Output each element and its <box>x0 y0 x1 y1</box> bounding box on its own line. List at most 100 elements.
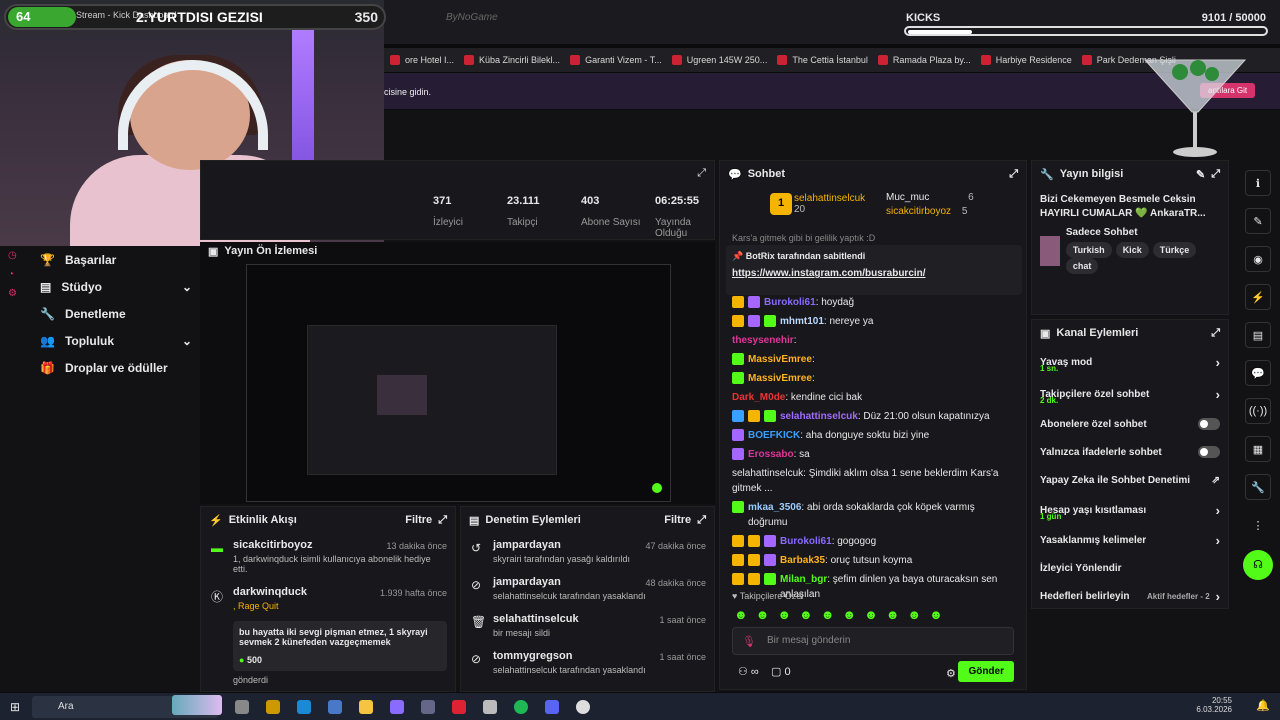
chat-message: MassivEmree: <box>720 350 1026 369</box>
chat-input[interactable]: Bir mesaj gönderin <box>732 627 1014 655</box>
edit-icon[interactable]: ✎ <box>1196 168 1205 181</box>
layout-icon[interactable]: ▦ <box>1245 436 1271 462</box>
gift-icon: 🎁 <box>40 360 55 375</box>
expand-icon[interactable]: ⤢ <box>438 514 447 527</box>
edge-icon[interactable] <box>297 699 311 714</box>
expand-icon[interactable]: ⤢ <box>697 167 706 180</box>
bookmark-item[interactable]: Küba Zincirli Bilekl... <box>464 55 560 65</box>
bookmark-icon <box>980 55 991 65</box>
stream-preview-video[interactable] <box>246 264 671 502</box>
channel-action-item[interactable]: Hesap yaşı kısıtlaması 1 gün › <box>1032 494 1228 526</box>
channel-action-item[interactable]: Hedefleri belirleyin Aktif hedefler - 2 › <box>1032 582 1228 610</box>
bookmark-item[interactable]: Harbiye Residence <box>980 55 1072 65</box>
pencil-icon[interactable]: ✎ <box>1245 208 1271 234</box>
camera-icon[interactable]: ◉ <box>1245 246 1271 272</box>
channel-action-item[interactable]: Yalnızca ifadelerle sohbet <box>1032 438 1228 466</box>
clock-icon[interactable]: ◔ <box>8 269 26 280</box>
kick-icon: Ⓚ <box>211 590 224 604</box>
external-link-icon: ⇗ <box>1211 474 1220 486</box>
clock: 20:55 6.03.2026 <box>1196 696 1232 714</box>
expand-icon[interactable]: ⤢ <box>1009 168 1018 181</box>
stat-subs: 403 Abone Sayısı <box>581 195 641 228</box>
sidebar-item-community[interactable]: 👥 Topluluk ⌄ <box>30 327 200 354</box>
moderation-panel: ▤ Denetim Eylemleri Filtre ⤢ ↺ jampardayan 47… <box>460 506 715 692</box>
list-item: 🗑 selahattinselcuk 1 saat önce bir mesajı s… <box>471 613 706 638</box>
opera-icon[interactable] <box>452 699 466 714</box>
sidebar-item-achievements[interactable]: 🏆 Başarılar <box>30 246 200 273</box>
trash-icon: 🗑 <box>471 615 487 629</box>
badge-icon <box>748 296 760 308</box>
tag-chip[interactable]: chat <box>1065 258 1099 274</box>
pinned-link[interactable]: https://www.instagram.com/busraburcin/ <box>732 268 1016 279</box>
discord-icon[interactable] <box>545 699 559 714</box>
broadcast-icon[interactable]: ((·)) <box>1245 398 1271 424</box>
tag-chip[interactable]: Kick <box>1115 242 1149 258</box>
channel-action-item[interactable]: Abonelere özel sohbet <box>1032 410 1228 438</box>
channel-action-item[interactable]: İzleyici Yönlendir <box>1032 554 1228 582</box>
task-view-icon[interactable] <box>235 699 249 714</box>
mic-icon[interactable]: 🎙 <box>742 635 756 648</box>
chat-message: mkaa_3506: abi orda sokaklarda çok köpek… <box>720 498 1026 532</box>
chat-message: MassivEmree: <box>720 369 1026 388</box>
doc-icon[interactable]: ▤ <box>1245 322 1271 348</box>
bookmark-icon <box>671 55 682 65</box>
community-icon: 👥 <box>40 333 55 348</box>
ban-icon: ⊘ <box>471 578 482 592</box>
spotify-icon[interactable] <box>514 699 528 714</box>
bookmark-item[interactable]: The Cettia İstanbul <box>777 55 868 65</box>
filter-button[interactable]: Filtre <box>664 514 691 526</box>
bookmark-icon <box>570 55 581 65</box>
expand-icon[interactable]: ⤢ <box>1211 168 1220 181</box>
store-icon[interactable] <box>328 699 342 714</box>
bolt-icon[interactable]: ⚡ <box>1245 284 1271 310</box>
copilot-icon[interactable] <box>390 699 404 714</box>
channel-action-item[interactable]: Takipçilere özel sohbet 2 dk. › <box>1032 378 1228 410</box>
toggle-switch[interactable] <box>1198 418 1220 430</box>
points-display[interactable]: ⚇ ∞ ▢ 0 <box>738 665 791 678</box>
bookmark-item[interactable]: Garanti Vizem - T... <box>570 55 662 65</box>
bookmark-item[interactable]: Ugreen 145W 250... <box>671 55 767 65</box>
expand-icon[interactable]: ⤢ <box>1211 327 1220 340</box>
send-button[interactable]: Gönder <box>958 661 1014 682</box>
chevron-down-icon: ⌄ <box>181 333 192 348</box>
sidebar-item-moderation[interactable]: 🔧 Denetleme <box>30 300 200 327</box>
bolt-icon: ⚡ <box>209 514 223 527</box>
history-icon[interactable]: ◷ <box>8 250 26 261</box>
gift-sent-label: gönderdi <box>233 675 269 685</box>
settings-icon[interactable]: ⚙ <box>8 288 26 299</box>
file-explorer-icon[interactable] <box>266 699 280 714</box>
tag-chip[interactable]: Türkçe <box>1152 242 1197 258</box>
category-thumb <box>1040 235 1060 266</box>
left-icon-strip: ◷ ◔ ⚙ <box>0 246 26 686</box>
leader-1: selahattinselcuk 20 <box>794 193 866 215</box>
more-icon[interactable]: ⋮ <box>1245 512 1271 538</box>
bookmark-item[interactable]: ore Hotel I... <box>390 55 454 65</box>
emote-row[interactable]: ☻☻☻☻☻☻☻☻☻☻ <box>734 607 951 622</box>
filter-button[interactable]: Filtre <box>405 514 432 526</box>
chat-message: Barbak35: oruç tutsun koyma <box>720 551 1026 570</box>
app2-icon[interactable] <box>483 699 497 714</box>
channel-action-item[interactable]: Yavaş mod 1 sn. › <box>1032 346 1228 378</box>
info-icon[interactable]: ℹ <box>1245 170 1271 196</box>
channel-action-item[interactable]: Yasaklanmış kelimeler › <box>1032 526 1228 554</box>
toggle-switch[interactable] <box>1198 446 1220 458</box>
support-icon[interactable]: ☊ <box>1243 550 1273 580</box>
bookmark-icon <box>777 55 788 65</box>
gear-icon[interactable]: ⚙ <box>946 667 956 680</box>
notification-icon[interactable]: 🔔 <box>1256 699 1270 712</box>
bookmark-item[interactable]: Ramada Plaza by... <box>877 55 971 65</box>
sidebar-item-studio[interactable]: ▤ Stüdyo ⌄ <box>30 273 200 300</box>
expand-icon[interactable]: ⤢ <box>697 514 706 527</box>
chat-message: Burokoli61: gogogog <box>720 532 1026 551</box>
obs-icon[interactable] <box>576 699 590 714</box>
stat-viewers: 371 İzleyici <box>433 195 464 228</box>
wrench-icon[interactable]: 🔧 <box>1245 474 1271 500</box>
folder-icon[interactable] <box>359 699 373 714</box>
app-icon[interactable] <box>421 699 435 714</box>
windows-start-icon[interactable]: ⊞ <box>10 700 20 714</box>
channel-action-item[interactable]: Yapay Zeka ile Sohbet Denetimi ⇗ <box>1032 466 1228 494</box>
tag-chip[interactable]: Turkish <box>1065 242 1112 258</box>
sidebar-item-drops[interactable]: 🎁 Droplar ve ödüller <box>30 354 200 381</box>
chat-icon[interactable]: 💬 <box>1245 360 1271 386</box>
chat-message: Burokoli61: hoydağ <box>720 293 1026 312</box>
